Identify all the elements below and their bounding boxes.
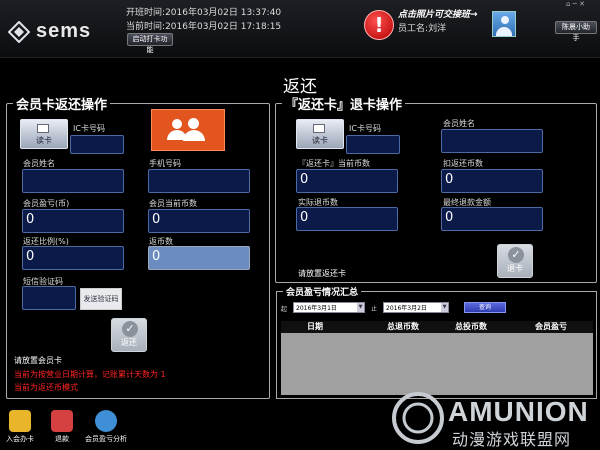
refund-ic-card-input[interactable] — [346, 135, 400, 154]
actual-refund-field[interactable]: 0 — [296, 207, 398, 231]
dock-refund[interactable]: 退款 — [42, 410, 82, 444]
shift-start-label: 开班时间 — [126, 8, 163, 18]
phone-field[interactable] — [148, 169, 250, 193]
from-date-picker[interactable]: 2016年3月1日 ▼ — [293, 302, 365, 313]
column-total-insert[interactable]: 总投币数 — [431, 321, 511, 333]
user-head-icon — [172, 119, 182, 129]
watermark-text: AMUNION — [448, 396, 589, 427]
current-time: 当前时间:2016年03月02日 17:18:15 — [126, 22, 282, 32]
avatar-body-icon — [496, 27, 512, 36]
to-date-value: 2016年3月2日 — [386, 305, 427, 312]
column-member-profit[interactable]: 会员盈亏 — [511, 321, 593, 333]
return-button-label: 返还 — [121, 338, 137, 347]
return-card-coins-label: 『返还卡』当前币数 — [298, 159, 370, 168]
return-mode-notice: 当前为返还币模式 — [14, 383, 78, 392]
ic-card-input[interactable] — [70, 135, 124, 154]
dock-join-card-label: 入会办卡 — [6, 435, 34, 443]
app-logo: sems — [8, 20, 91, 43]
to-date-picker[interactable]: 2016年3月2日 ▼ — [383, 302, 449, 313]
refund-ic-card-label: IC卡号码 — [349, 124, 381, 133]
summary-title: 会员盈亏情况汇总 — [283, 285, 362, 298]
app-window: sems 开班时间:2016年03月02日 13:37:40 当前时间:2016… — [0, 0, 600, 450]
logo-text: sems — [36, 20, 92, 42]
member-users-icon[interactable] — [151, 109, 225, 151]
dock-refund-label: 退款 — [55, 435, 69, 443]
return-button[interactable]: ✓ 返还 — [111, 318, 147, 352]
current-time-label: 当前时间 — [126, 22, 163, 32]
chevron-down-icon[interactable]: ▼ — [357, 303, 364, 312]
ic-card-label: IC卡号码 — [73, 124, 105, 133]
business-date-notice: 当前为按营业日期计算，记账累计天数为 1 — [14, 370, 166, 379]
return-coins-field[interactable]: 0 — [148, 246, 250, 270]
staff-name: 刘洋 — [428, 24, 447, 34]
staff-label: 员工名 — [398, 24, 426, 34]
member-name-field[interactable] — [22, 169, 124, 193]
card-chip-icon — [313, 124, 325, 133]
deduct-coins-label: 扣返还币数 — [443, 159, 483, 168]
profit-label: 会员盈亏(币) — [23, 199, 70, 208]
sms-code-input[interactable] — [22, 286, 76, 310]
dock-join-card[interactable]: 入会办卡 — [0, 410, 40, 444]
refund-card-button[interactable]: ✓ 退卡 — [497, 244, 533, 278]
check-icon: ✓ — [508, 247, 524, 263]
column-total-refund[interactable]: 总退币数 — [351, 321, 431, 333]
shift-start: 开班时间:2016年03月02日 13:37:40 — [126, 8, 282, 18]
window-controls[interactable]: ⌂ ─ ✕ — [566, 0, 585, 8]
card-refund-title: 『返还卡』退卡操作 — [282, 94, 406, 113]
analysis-chart-icon — [95, 410, 117, 432]
member-name-label: 会员姓名 — [23, 159, 55, 168]
watermark-subtext: 动漫游戏联盟网 — [452, 430, 572, 449]
summary-table[interactable]: 日期 总退币数 总投币数 会员盈亏 — [281, 321, 593, 395]
user-body-icon — [183, 130, 205, 141]
member-return-title: 会员卡返还操作 — [13, 94, 111, 113]
staff-info: 员工名:刘洋 — [398, 24, 447, 34]
refund-icon — [51, 410, 73, 432]
user-head-icon — [188, 118, 199, 129]
to-label: 止 — [371, 306, 378, 313]
profit-field[interactable]: 0 — [22, 209, 124, 233]
deduct-coins-field[interactable]: 0 — [441, 169, 543, 193]
avatar-head-icon — [501, 16, 509, 24]
chevron-down-icon[interactable]: ▼ — [441, 303, 448, 312]
read-card-caption: 读卡 — [36, 136, 52, 145]
current-coins-field[interactable]: 0 — [148, 209, 250, 233]
handover-tip: 点击照片可交接班→ — [398, 10, 478, 20]
place-return-card-hint: 请放置返还卡 — [298, 269, 346, 278]
current-coins-label: 会员当前币数 — [149, 199, 197, 208]
summary-table-header: 日期 总退币数 总投币数 会员盈亏 — [281, 321, 593, 333]
return-card-coins-field[interactable]: 0 — [296, 169, 398, 193]
query-button[interactable]: 查询 — [464, 302, 506, 313]
ratio-field[interactable]: 0 — [22, 246, 124, 270]
current-time-value: 2016年03月02日 17:18:15 — [165, 22, 282, 32]
sems-logo-icon — [8, 20, 30, 43]
from-label: 起 — [281, 306, 288, 313]
staff-avatar[interactable] — [492, 11, 516, 37]
read-card-button[interactable]: 读卡 — [20, 119, 68, 149]
refund-member-name-field[interactable] — [441, 129, 543, 153]
top-bar: sems 开班时间:2016年03月02日 13:37:40 当前时间:2016… — [0, 0, 600, 58]
final-refund-field[interactable]: 0 — [441, 207, 543, 231]
alert-icon[interactable]: ! — [364, 10, 394, 40]
refund-member-name-label: 会员姓名 — [443, 119, 475, 128]
send-sms-button[interactable]: 发送验证码 — [80, 288, 122, 310]
column-date[interactable]: 日期 — [281, 321, 351, 333]
check-icon: ✓ — [122, 321, 138, 337]
from-date-value: 2016年3月1日 — [296, 305, 337, 312]
clock-in-button[interactable]: 启动打卡功能 — [127, 33, 173, 54]
phone-label: 手机号码 — [149, 159, 181, 168]
card-chip-icon — [37, 124, 49, 133]
refund-card-button-label: 退卡 — [507, 264, 523, 273]
dock-profit-analysis[interactable]: 会员盈亏分析 — [84, 410, 128, 444]
assistant-button[interactable]: 陈晨小助手 — [555, 21, 597, 42]
refund-read-card-caption: 读卡 — [312, 136, 328, 145]
refund-read-card-button[interactable]: 读卡 — [296, 119, 344, 149]
member-card-icon — [9, 410, 31, 432]
dock-profit-analysis-label: 会员盈亏分析 — [85, 435, 127, 443]
place-member-card-hint: 请放置会员卡 — [14, 356, 62, 365]
shift-start-value: 2016年03月02日 13:37:40 — [165, 8, 282, 18]
